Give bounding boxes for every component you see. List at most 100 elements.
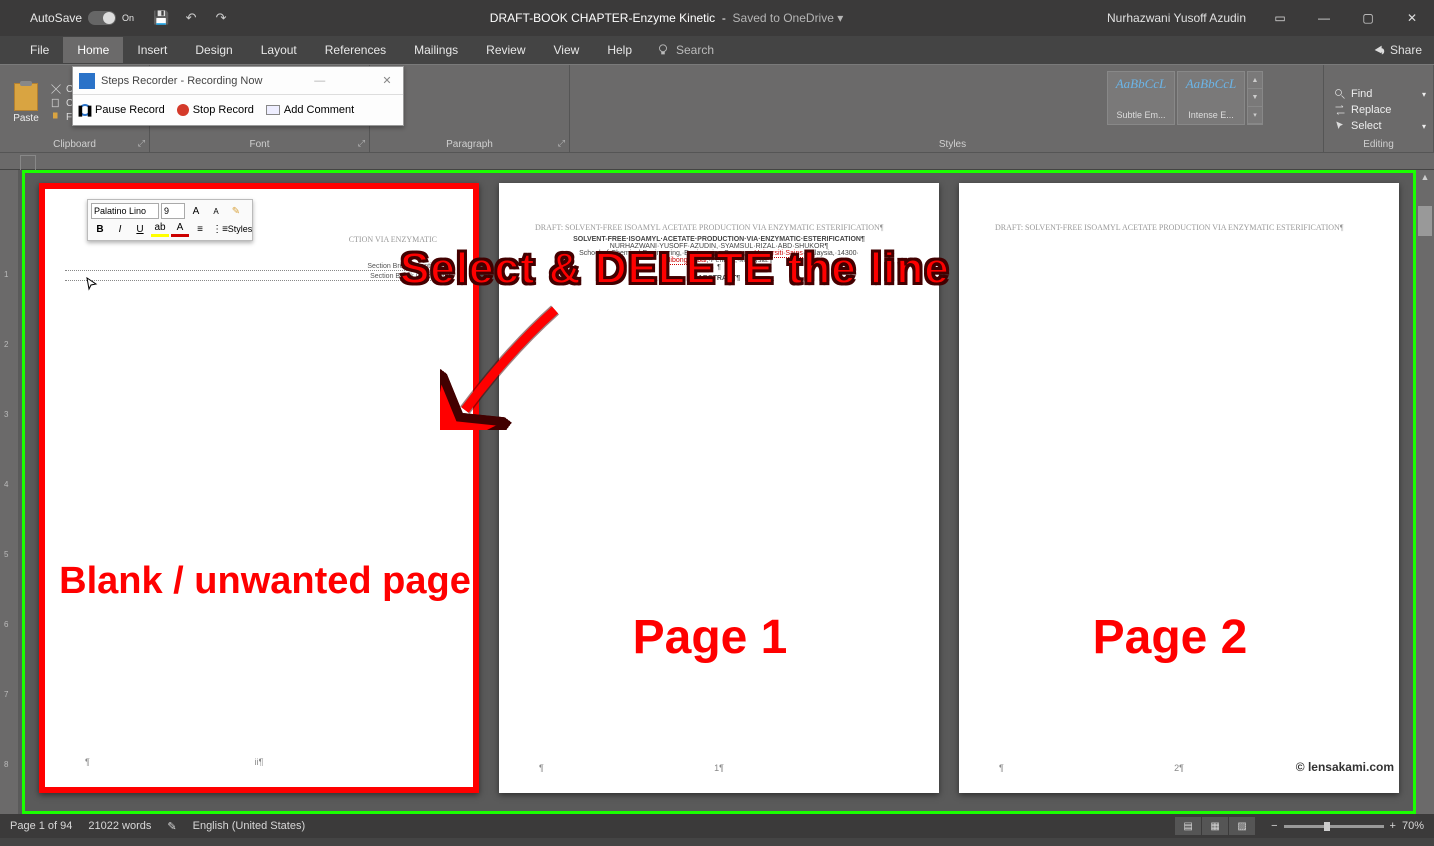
search-icon xyxy=(1334,88,1346,100)
vertical-ruler[interactable]: 1 2 3 4 5 6 7 8 xyxy=(0,170,18,814)
numbering-icon[interactable]: ⋮≡ xyxy=(211,221,229,237)
redo-icon[interactable]: ↷ xyxy=(212,9,230,27)
italic-button[interactable]: I xyxy=(111,221,129,237)
horizontal-ruler[interactable] xyxy=(0,152,1434,170)
page-indicator[interactable]: Page 1 of 94 xyxy=(10,820,72,832)
autosave-toggle[interactable]: AutoSave On xyxy=(0,11,144,25)
document-area[interactable]: 1 2 3 4 5 6 7 8 A A ✎ B I U xyxy=(0,170,1434,814)
comment-icon xyxy=(266,105,280,115)
bold-button[interactable]: B xyxy=(91,221,109,237)
underline-button[interactable]: U xyxy=(131,221,149,237)
word-count[interactable]: 21022 words xyxy=(88,820,151,832)
grow-font-icon[interactable]: A xyxy=(187,203,205,219)
close-icon[interactable]: ✕ xyxy=(377,74,397,87)
tab-references[interactable]: References xyxy=(311,37,400,63)
language-indicator[interactable]: English (United States) xyxy=(193,820,306,832)
page-header: DRAFT: SOLVENT-FREE ISOAMYL ACETATE PROD… xyxy=(499,183,939,232)
paste-button[interactable]: Paste xyxy=(6,83,46,124)
lightbulb-icon xyxy=(656,43,670,57)
scrollbar-thumb[interactable] xyxy=(1418,206,1432,236)
annotation-page2: Page 2 xyxy=(950,610,1390,665)
undo-icon[interactable]: ↶ xyxy=(182,9,200,27)
chevron-down-icon[interactable]: ▾ xyxy=(837,11,843,25)
group-label-editing: Editing xyxy=(1330,137,1427,150)
copy-icon xyxy=(50,97,62,109)
title-bar: AutoSave On 💾 ↶ ↷ DRAFT-BOOK CHAPTER-Enz… xyxy=(0,0,1434,36)
styles-dropdown[interactable]: Styles xyxy=(231,221,249,237)
save-icon[interactable]: 💾 xyxy=(152,9,170,27)
styles-gallery[interactable]: AaBbCcL Subtle Em... AaBbCcL Intense E..… xyxy=(1107,71,1263,125)
pilcrow-icon: ¶ xyxy=(85,757,90,767)
steps-recorder-window[interactable]: Steps Recorder - Recording Now — ✕ ❚❚Pau… xyxy=(72,66,404,126)
format-painter-icon[interactable]: ✎ xyxy=(227,203,245,219)
bullets-icon[interactable]: ≡ xyxy=(191,221,209,237)
font-family-input[interactable] xyxy=(91,203,159,219)
annotation-main: Select & DELETE the line xyxy=(400,244,950,294)
toggle-switch-icon[interactable] xyxy=(88,11,116,25)
tab-design[interactable]: Design xyxy=(181,37,246,63)
autosave-state: On xyxy=(122,13,134,23)
highlight-icon[interactable]: ab xyxy=(151,221,169,237)
autosave-label: AutoSave xyxy=(30,11,82,25)
zoom-in-icon[interactable]: + xyxy=(1390,820,1396,832)
group-label-clipboard: Clipboard xyxy=(6,137,143,150)
add-comment-button[interactable]: Add Comment xyxy=(266,104,354,116)
dialog-launcher-icon[interactable]: ⤢ xyxy=(558,138,565,149)
share-icon xyxy=(1372,43,1386,57)
replace-icon xyxy=(1334,104,1346,116)
document-title: DRAFT-BOOK CHAPTER-Enzyme Kinetic - Save… xyxy=(238,11,1095,25)
find-button[interactable]: Find▾ xyxy=(1330,87,1430,101)
tab-help[interactable]: Help xyxy=(593,37,646,63)
user-name[interactable]: Nurhazwani Yusoff Azudin xyxy=(1095,11,1258,25)
tab-layout[interactable]: Layout xyxy=(247,37,311,63)
page-number: ii¶ xyxy=(45,757,473,767)
pilcrow-icon: ¶ xyxy=(999,763,1004,773)
tab-mailings[interactable]: Mailings xyxy=(400,37,472,63)
share-button[interactable]: Share xyxy=(1360,37,1434,63)
zoom-out-icon[interactable]: − xyxy=(1271,820,1277,832)
replace-button[interactable]: Replace xyxy=(1330,103,1430,117)
read-mode-icon[interactable]: ▤ xyxy=(1175,817,1201,835)
watermark: © lensakami.com xyxy=(1296,760,1394,774)
tab-home[interactable]: Home xyxy=(63,37,123,63)
font-color-icon[interactable]: A xyxy=(171,221,189,237)
zoom-slider[interactable] xyxy=(1284,825,1384,828)
section-break-next-page[interactable]: Section Break (Next Page) xyxy=(65,271,453,281)
minimize-icon[interactable]: — xyxy=(1302,0,1346,36)
scroll-up-icon[interactable]: ▲ xyxy=(1418,172,1432,186)
view-switcher: ▤ ▦ ▨ xyxy=(1175,817,1255,835)
spellcheck-icon[interactable]: ✎ xyxy=(167,820,176,833)
mini-toolbar[interactable]: A A ✎ B I U ab A ≡ ⋮≡ Styles xyxy=(87,199,253,241)
page-2[interactable]: DRAFT: SOLVENT-FREE ISOAMYL ACETATE PROD… xyxy=(959,183,1399,793)
dialog-launcher-icon[interactable]: ⤢ xyxy=(138,138,145,149)
stop-record-button[interactable]: Stop Record xyxy=(177,104,254,116)
select-button[interactable]: Select▾ xyxy=(1330,119,1430,133)
close-icon[interactable]: ✕ xyxy=(1390,0,1434,36)
section-break-continuous[interactable]: Section Break (Continuous) xyxy=(65,261,453,271)
font-size-input[interactable] xyxy=(161,203,185,219)
vertical-scrollbar[interactable]: ▲ xyxy=(1416,170,1434,814)
save-status[interactable]: Saved to OneDrive xyxy=(733,11,834,25)
zoom-control[interactable]: − + 70% xyxy=(1271,820,1424,832)
tab-view[interactable]: View xyxy=(540,37,594,63)
recorder-titlebar[interactable]: Steps Recorder - Recording Now — ✕ xyxy=(73,67,403,95)
recorder-title: Steps Recorder - Recording Now xyxy=(101,75,262,87)
style-subtle-emphasis[interactable]: AaBbCcL Subtle Em... xyxy=(1107,71,1175,125)
ribbon-options-icon[interactable]: ▭ xyxy=(1258,0,1302,36)
tab-file[interactable]: File xyxy=(16,37,63,63)
dialog-launcher-icon[interactable]: ⤢ xyxy=(358,138,365,149)
group-label-paragraph: Paragraph xyxy=(376,137,563,150)
tell-me-search[interactable]: Search xyxy=(646,43,724,57)
zoom-level[interactable]: 70% xyxy=(1402,820,1424,832)
tab-review[interactable]: Review xyxy=(472,37,539,63)
web-layout-icon[interactable]: ▨ xyxy=(1229,817,1255,835)
style-intense-emphasis[interactable]: AaBbCcL Intense E... xyxy=(1177,71,1245,125)
shrink-font-icon[interactable]: A xyxy=(207,203,225,219)
styles-more-button[interactable]: ▲▼▾ xyxy=(1247,71,1263,125)
page-number: 1¶ xyxy=(499,763,939,773)
pause-record-button[interactable]: ❚❚Pause Record xyxy=(79,104,165,116)
minimize-icon[interactable]: — xyxy=(314,75,325,87)
print-layout-icon[interactable]: ▦ xyxy=(1202,817,1228,835)
tab-insert[interactable]: Insert xyxy=(123,37,181,63)
maximize-icon[interactable]: ▢ xyxy=(1346,0,1390,36)
